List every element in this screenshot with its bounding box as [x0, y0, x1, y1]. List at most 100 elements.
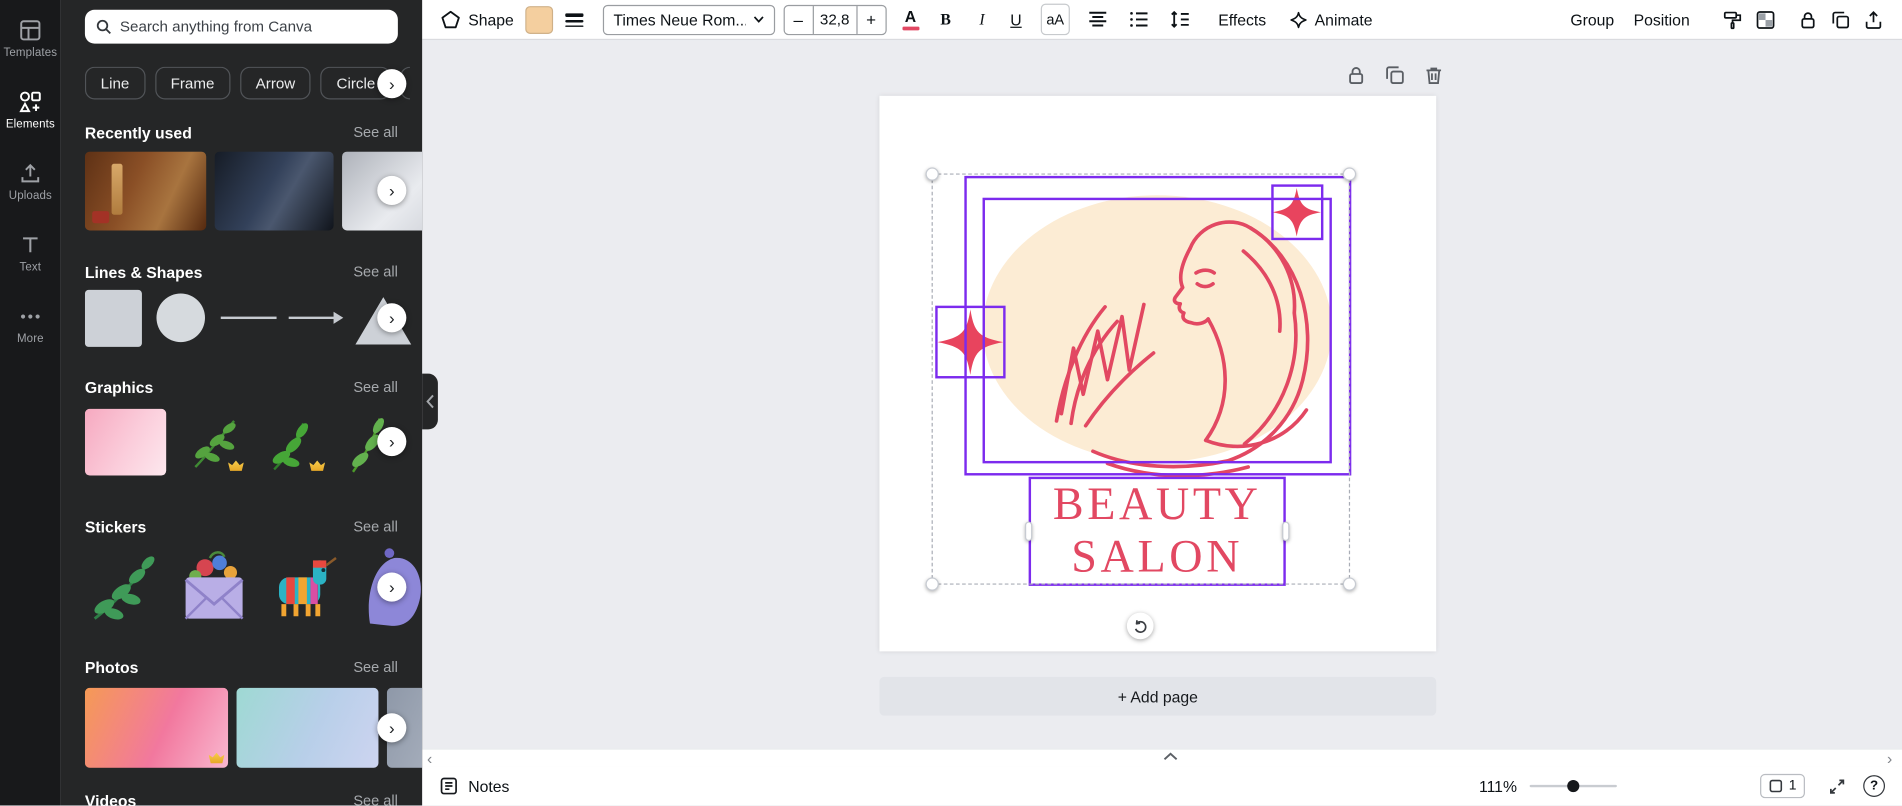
list-button[interactable] [1124, 4, 1156, 36]
collapse-bottom-panel-button[interactable] [1154, 747, 1188, 764]
resize-handle-top-right[interactable] [1342, 167, 1357, 181]
text-color-button[interactable]: A [897, 4, 924, 34]
sidebar-item-text[interactable]: Text [2, 221, 58, 287]
animate-button[interactable]: Animate [1283, 4, 1378, 36]
scroll-right-button[interactable]: › [1887, 750, 1892, 768]
graphic-pink-gradient[interactable] [84, 408, 167, 476]
search-input[interactable] [119, 18, 387, 36]
font-size-value[interactable]: 32,8 [812, 5, 858, 34]
sparkle-star-small[interactable] [1272, 188, 1321, 237]
zoom-slider-knob[interactable] [1566, 779, 1579, 793]
font-size-increase-button[interactable]: + [857, 5, 885, 33]
see-all-link[interactable]: See all [353, 792, 398, 805]
see-all-link[interactable]: See all [353, 263, 398, 280]
graphic-leaf-branch[interactable] [181, 409, 248, 476]
photos-next-button[interactable]: › [377, 713, 407, 743]
stroke-style-button[interactable] [557, 4, 590, 36]
underline-button[interactable]: U [1001, 4, 1030, 36]
see-all-link[interactable]: See all [353, 518, 398, 535]
canvas-area[interactable]: BEAUTY SALON + Add page [422, 38, 1902, 749]
search-bar[interactable] [84, 9, 398, 44]
resize-handle-bottom-right[interactable] [1342, 577, 1357, 591]
left-rail: Templates Elements Uploads Text More [0, 0, 61, 806]
zoom-slider[interactable] [1529, 778, 1617, 795]
chips-next-button[interactable]: › [377, 69, 407, 99]
logo-text-box[interactable]: BEAUTY SALON [1024, 476, 1290, 586]
photo-blue-gradient[interactable] [236, 687, 379, 768]
text-box-right-handle[interactable] [1282, 521, 1290, 542]
stickers-next-button[interactable]: › [377, 572, 407, 602]
spacing-button[interactable] [1165, 4, 1197, 36]
panel-collapse-handle[interactable] [422, 373, 438, 430]
see-all-link[interactable]: See all [353, 378, 398, 395]
help-button[interactable]: ? [1863, 775, 1886, 797]
font-size-decrease-button[interactable]: – [784, 5, 812, 33]
photo-orange-pink-gradient[interactable] [84, 687, 229, 768]
section-title: Lines & Shapes [84, 262, 203, 281]
alignment-button[interactable] [1082, 4, 1114, 36]
lines-shapes-next-button[interactable]: › [377, 303, 407, 333]
scroll-left-button[interactable]: ‹ [427, 750, 432, 768]
effects-button[interactable]: Effects [1208, 4, 1275, 36]
recently-used-next-button[interactable]: › [377, 175, 407, 205]
page-number: 1 [1788, 778, 1797, 794]
graphic-leaves[interactable] [262, 409, 329, 476]
see-all-link[interactable]: See all [353, 124, 398, 141]
sidebar-item-label: Text [19, 260, 42, 275]
line-glyph [220, 316, 277, 320]
sidebar-item-label: Templates [3, 46, 58, 60]
text-case-button[interactable]: aA [1040, 3, 1071, 36]
position-button[interactable]: Position [1624, 4, 1700, 36]
chevron-left-icon [426, 394, 434, 409]
transparency-button[interactable] [1749, 4, 1782, 36]
canva-editor: Templates Elements Uploads Text More Lin… [0, 0, 1902, 806]
text-box-left-handle[interactable] [1024, 521, 1033, 542]
sticker-pinata[interactable] [264, 546, 343, 628]
sticker-envelope-flowers[interactable] [173, 546, 254, 628]
design-page[interactable]: BEAUTY SALON [879, 95, 1437, 652]
thumb-photo-wood-clothespin[interactable] [84, 151, 207, 231]
duplicate-button[interactable] [1824, 4, 1857, 36]
page-indicator[interactable]: 1 [1759, 773, 1805, 799]
zoom-percent[interactable]: 111% [1479, 777, 1517, 795]
chip-frame[interactable]: Frame [154, 66, 231, 100]
filter-chips: Line Frame Arrow Circle Square [84, 66, 410, 100]
recently-used-row [84, 151, 423, 231]
resize-handle-bottom-left[interactable] [925, 577, 939, 591]
uploads-icon [21, 163, 40, 183]
fullscreen-button[interactable] [1824, 774, 1848, 798]
graphics-next-button[interactable]: › [377, 426, 407, 457]
delete-page-button[interactable] [1422, 63, 1446, 87]
sidebar-item-elements[interactable]: Elements [2, 78, 58, 144]
rotate-handle[interactable] [1126, 612, 1154, 640]
chip-line[interactable]: Line [84, 66, 146, 100]
duplicate-page-button[interactable] [1383, 63, 1407, 87]
notes-button[interactable]: Notes [439, 776, 509, 795]
chip-arrow[interactable]: Arrow [239, 66, 312, 100]
italic-button[interactable]: I [967, 4, 996, 36]
lock-button[interactable] [1792, 4, 1825, 36]
shape-tool-button[interactable]: Shape [434, 4, 520, 36]
sidebar-item-uploads[interactable]: Uploads [2, 149, 58, 215]
sticker-eucalyptus[interactable] [85, 546, 164, 628]
pro-crown-badge [208, 752, 225, 764]
lock-page-button[interactable] [1344, 63, 1368, 87]
thumb-photo-dark[interactable] [214, 151, 334, 231]
sidebar-item-more[interactable]: More [2, 292, 58, 358]
text-color-letter: A [904, 7, 917, 26]
square-shape-item[interactable] [84, 289, 142, 347]
copy-style-button[interactable] [1716, 4, 1749, 36]
sidebar-item-templates[interactable]: Templates [2, 6, 58, 72]
see-all-link[interactable]: See all [353, 659, 398, 676]
resize-handle-top-left[interactable] [925, 167, 939, 181]
font-family-select[interactable]: Times Neue Rom... [602, 4, 775, 35]
fill-color-swatch[interactable] [524, 5, 553, 34]
bold-button[interactable]: B [931, 4, 960, 36]
copy-style-roller-icon [1723, 11, 1742, 29]
share-export-button[interactable] [1857, 4, 1890, 36]
line-shape-item[interactable] [220, 289, 278, 346]
arrow-shape-item[interactable] [287, 289, 345, 346]
add-page-button[interactable]: + Add page [879, 676, 1437, 716]
circle-shape-item[interactable] [156, 293, 205, 343]
group-button[interactable]: Group [1561, 4, 1624, 36]
